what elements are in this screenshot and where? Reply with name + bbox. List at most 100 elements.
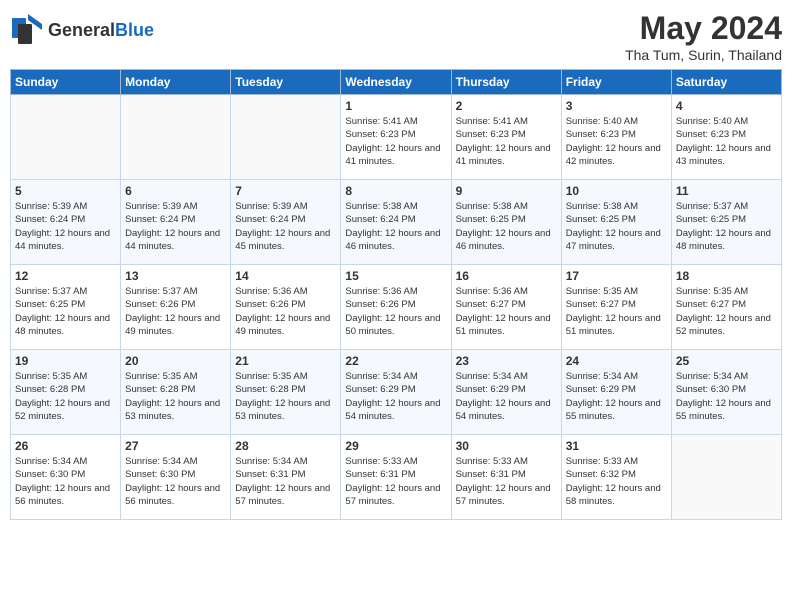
day-info: Sunrise: 5:33 AM Sunset: 6:31 PM Dayligh… [456,455,557,508]
calendar-cell: 16 Sunrise: 5:36 AM Sunset: 6:27 PM Dayli… [451,265,561,350]
day-number: 16 [456,269,557,283]
weekday-header: Tuesday [231,70,341,95]
weekday-header: Saturday [671,70,781,95]
day-info: Sunrise: 5:36 AM Sunset: 6:26 PM Dayligh… [235,285,336,338]
day-info: Sunrise: 5:35 AM Sunset: 6:28 PM Dayligh… [235,370,336,423]
weekday-header: Sunday [11,70,121,95]
calendar-cell: 21 Sunrise: 5:35 AM Sunset: 6:28 PM Dayli… [231,350,341,435]
calendar-cell: 28 Sunrise: 5:34 AM Sunset: 6:31 PM Dayli… [231,435,341,520]
calendar-cell: 15 Sunrise: 5:36 AM Sunset: 6:26 PM Dayli… [341,265,451,350]
day-number: 27 [125,439,226,453]
calendar-cell [231,95,341,180]
day-number: 31 [566,439,667,453]
calendar-week-row: 19Sunrise: 5:35 AM Sunset: 6:28 PM Dayli… [11,350,782,435]
day-number: 17 [566,269,667,283]
day-info: Sunrise: 5:40 AM Sunset: 6:23 PM Dayligh… [566,115,667,168]
day-number: 13 [125,269,226,283]
calendar-cell: 30 Sunrise: 5:33 AM Sunset: 6:31 PM Dayli… [451,435,561,520]
calendar-cell: 20 Sunrise: 5:35 AM Sunset: 6:28 PM Dayli… [121,350,231,435]
day-number: 3 [566,99,667,113]
location-subtitle: Tha Tum, Surin, Thailand [625,47,782,63]
day-info: Sunrise: 5:36 AM Sunset: 6:27 PM Dayligh… [456,285,557,338]
calendar-cell: 6Sunrise: 5:39 AM Sunset: 6:24 PM Daylig… [121,180,231,265]
calendar-cell: 8 Sunrise: 5:38 AM Sunset: 6:24 PM Daylig… [341,180,451,265]
weekday-header: Wednesday [341,70,451,95]
calendar-cell: 25Sunrise: 5:34 AM Sunset: 6:30 PM Dayli… [671,350,781,435]
day-number: 20 [125,354,226,368]
calendar-week-row: 12 Sunrise: 5:37 AM Sunset: 6:25 PM Dayli… [11,265,782,350]
day-info: Sunrise: 5:34 AM Sunset: 6:29 PM Dayligh… [345,370,446,423]
day-info: Sunrise: 5:41 AM Sunset: 6:23 PM Dayligh… [345,115,446,168]
day-info: Sunrise: 5:35 AM Sunset: 6:27 PM Dayligh… [676,285,777,338]
day-info: Sunrise: 5:37 AM Sunset: 6:25 PM Dayligh… [676,200,777,253]
day-number: 28 [235,439,336,453]
calendar-cell: 12 Sunrise: 5:37 AM Sunset: 6:25 PM Dayli… [11,265,121,350]
weekday-header-row: SundayMondayTuesdayWednesdayThursdayFrid… [11,70,782,95]
header: GeneralBlue May 2024 Tha Tum, Surin, Tha… [10,10,782,63]
calendar-cell [671,435,781,520]
day-number: 12 [15,269,116,283]
calendar-cell [11,95,121,180]
title-area: May 2024 Tha Tum, Surin, Thailand [625,10,782,63]
day-number: 11 [676,184,777,198]
day-info: Sunrise: 5:39 AM Sunset: 6:24 PM Dayligh… [125,200,226,253]
day-number: 8 [345,184,446,198]
calendar-cell [121,95,231,180]
calendar-cell: 9 Sunrise: 5:38 AM Sunset: 6:25 PM Daylig… [451,180,561,265]
weekday-header: Thursday [451,70,561,95]
weekday-header: Monday [121,70,231,95]
day-info: Sunrise: 5:35 AM Sunset: 6:28 PM Dayligh… [125,370,226,423]
day-number: 14 [235,269,336,283]
day-number: 21 [235,354,336,368]
calendar-cell: 11 Sunrise: 5:37 AM Sunset: 6:25 PM Dayli… [671,180,781,265]
day-number: 30 [456,439,557,453]
calendar-cell: 17 Sunrise: 5:35 AM Sunset: 6:27 PM Dayli… [561,265,671,350]
calendar-cell: 18Sunrise: 5:35 AM Sunset: 6:27 PM Dayli… [671,265,781,350]
calendar-week-row: 5 Sunrise: 5:39 AM Sunset: 6:24 PM Daylig… [11,180,782,265]
day-number: 4 [676,99,777,113]
day-info: Sunrise: 5:39 AM Sunset: 6:24 PM Dayligh… [15,200,116,253]
logo-general: General [48,20,115,40]
calendar-cell: 1 Sunrise: 5:41 AM Sunset: 6:23 PM Daylig… [341,95,451,180]
day-info: Sunrise: 5:37 AM Sunset: 6:26 PM Dayligh… [125,285,226,338]
day-number: 2 [456,99,557,113]
calendar-cell: 5 Sunrise: 5:39 AM Sunset: 6:24 PM Daylig… [11,180,121,265]
day-number: 10 [566,184,667,198]
day-info: Sunrise: 5:37 AM Sunset: 6:25 PM Dayligh… [15,285,116,338]
logo-text: GeneralBlue [48,20,154,41]
calendar-cell: 31 Sunrise: 5:33 AM Sunset: 6:32 PM Dayli… [561,435,671,520]
day-info: Sunrise: 5:34 AM Sunset: 6:31 PM Dayligh… [235,455,336,508]
day-number: 7 [235,184,336,198]
day-info: Sunrise: 5:33 AM Sunset: 6:32 PM Dayligh… [566,455,667,508]
calendar-cell: 26Sunrise: 5:34 AM Sunset: 6:30 PM Dayli… [11,435,121,520]
day-number: 5 [15,184,116,198]
calendar-cell: 10 Sunrise: 5:38 AM Sunset: 6:25 PM Dayli… [561,180,671,265]
day-info: Sunrise: 5:34 AM Sunset: 6:30 PM Dayligh… [125,455,226,508]
day-info: Sunrise: 5:38 AM Sunset: 6:25 PM Dayligh… [566,200,667,253]
day-info: Sunrise: 5:38 AM Sunset: 6:25 PM Dayligh… [456,200,557,253]
day-info: Sunrise: 5:38 AM Sunset: 6:24 PM Dayligh… [345,200,446,253]
calendar-cell: 22 Sunrise: 5:34 AM Sunset: 6:29 PM Dayli… [341,350,451,435]
logo-blue: Blue [115,20,154,40]
day-info: Sunrise: 5:34 AM Sunset: 6:30 PM Dayligh… [676,370,777,423]
day-info: Sunrise: 5:41 AM Sunset: 6:23 PM Dayligh… [456,115,557,168]
day-number: 9 [456,184,557,198]
day-info: Sunrise: 5:35 AM Sunset: 6:27 PM Dayligh… [566,285,667,338]
day-number: 1 [345,99,446,113]
month-year-title: May 2024 [625,10,782,47]
day-number: 15 [345,269,446,283]
day-info: Sunrise: 5:40 AM Sunset: 6:23 PM Dayligh… [676,115,777,168]
calendar-cell: 2 Sunrise: 5:41 AM Sunset: 6:23 PM Daylig… [451,95,561,180]
logo: GeneralBlue [10,10,154,51]
calendar-cell: 27 Sunrise: 5:34 AM Sunset: 6:30 PM Dayli… [121,435,231,520]
calendar-cell: 13 Sunrise: 5:37 AM Sunset: 6:26 PM Dayli… [121,265,231,350]
weekday-header: Friday [561,70,671,95]
calendar-week-row: 26Sunrise: 5:34 AM Sunset: 6:30 PM Dayli… [11,435,782,520]
day-info: Sunrise: 5:35 AM Sunset: 6:28 PM Dayligh… [15,370,116,423]
calendar-cell: 4 Sunrise: 5:40 AM Sunset: 6:23 PM Daylig… [671,95,781,180]
day-number: 22 [345,354,446,368]
day-info: Sunrise: 5:34 AM Sunset: 6:29 PM Dayligh… [456,370,557,423]
day-info: Sunrise: 5:34 AM Sunset: 6:30 PM Dayligh… [15,455,116,508]
calendar-cell: 14 Sunrise: 5:36 AM Sunset: 6:26 PM Dayli… [231,265,341,350]
day-info: Sunrise: 5:36 AM Sunset: 6:26 PM Dayligh… [345,285,446,338]
